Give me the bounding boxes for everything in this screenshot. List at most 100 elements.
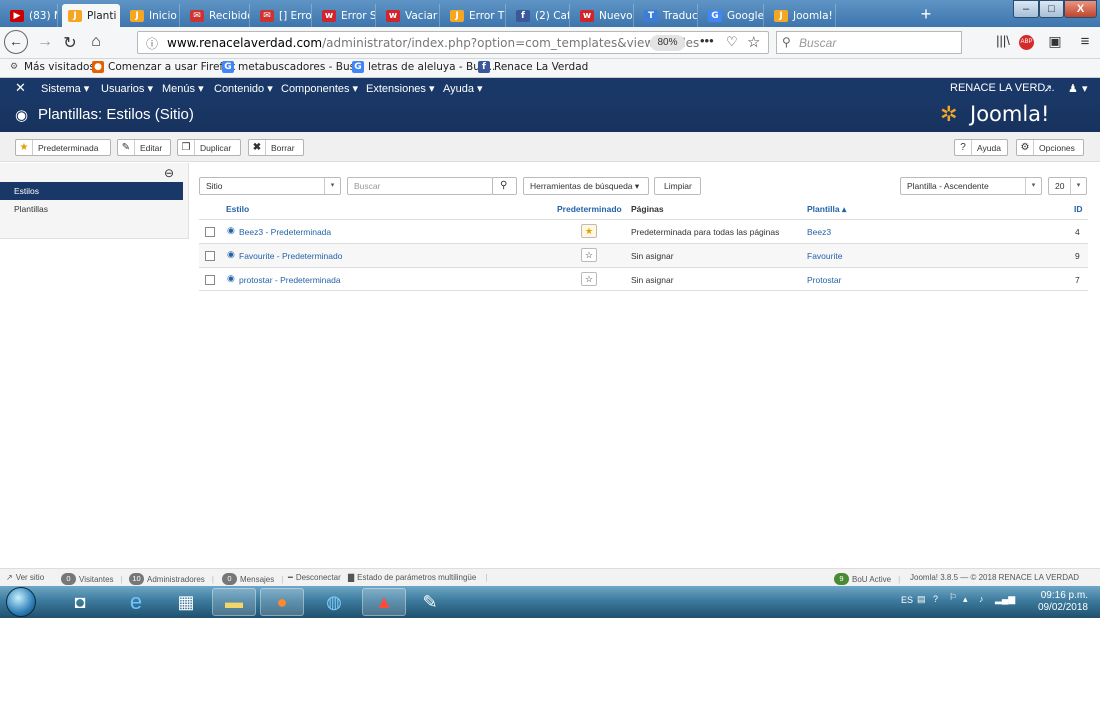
row-checkbox[interactable]: [205, 227, 215, 237]
show-hidden-icons-icon[interactable]: ▴: [963, 594, 968, 605]
adblock-icon[interactable]: ABP: [1019, 35, 1034, 50]
internet-explorer-icon[interactable]: e: [114, 588, 158, 616]
sidebar-toggle-icon[interactable]: ▣: [1044, 33, 1066, 50]
browser-tab[interactable]: J Inicio: [124, 4, 180, 27]
admin-menu-item[interactable]: Ayuda ▾: [443, 82, 483, 95]
browser-tab[interactable]: w Error Se: [316, 4, 376, 27]
default-star-icon[interactable]: ☆: [581, 248, 597, 262]
info-icon[interactable]: ⓘ: [146, 35, 158, 52]
bookmark-star-icon[interactable]: ☆: [747, 33, 760, 51]
help-icon[interactable]: ?: [933, 594, 938, 604]
media-player-icon[interactable]: ◘: [58, 588, 102, 616]
search-input[interactable]: Buscar: [347, 177, 493, 195]
language-indicator[interactable]: ES: [901, 595, 913, 605]
bookmark-item[interactable]: Gletras de aleluya - Bus...: [352, 61, 495, 73]
predeterminada-button[interactable]: ★ Predeterminada: [15, 139, 111, 156]
column-header-estilo[interactable]: Estilo: [226, 204, 249, 214]
search-tools-button[interactable]: Herramientas de búsqueda ▾: [523, 177, 649, 195]
joomla-menu-logo-icon[interactable]: ✕: [15, 80, 26, 96]
back-icon[interactable]: ←: [4, 30, 28, 54]
search-button[interactable]: ⚲: [492, 177, 517, 195]
style-name-link[interactable]: protostar - Predeterminada: [239, 275, 341, 285]
client-select[interactable]: Sitio ▾: [199, 177, 341, 195]
ordering-select[interactable]: Plantilla - Ascendente ▾: [900, 177, 1042, 195]
admin-menu-item[interactable]: Componentes ▾: [281, 82, 358, 95]
reload-icon[interactable]: ↻: [59, 33, 81, 53]
network-icon[interactable]: ▂▄▆: [995, 594, 1015, 605]
maximize-button[interactable]: □: [1039, 0, 1064, 18]
admin-menu-item[interactable]: Extensiones ▾: [366, 82, 435, 95]
bookmark-item[interactable]: ⚙ Más visitados: [8, 61, 95, 73]
sidebar-item-plantillas[interactable]: Plantillas: [0, 200, 183, 218]
browser-tab[interactable]: G Google: [702, 4, 764, 27]
multilang-status-link[interactable]: ▇ Estado de parámetros multilingüe |: [348, 573, 487, 582]
view-site-link[interactable]: ↗ Ver sitio: [6, 573, 44, 582]
style-name-link[interactable]: Beez3 - Predeterminada: [239, 227, 331, 237]
language-bar-icon[interactable]: ▤: [917, 594, 926, 605]
file-explorer-icon[interactable]: ▬: [212, 588, 256, 616]
bookmark-item[interactable]: Gmetabuscadores - Bus...: [222, 61, 365, 73]
edit-button[interactable]: ✎ Editar: [117, 139, 171, 156]
template-link[interactable]: Protostar: [807, 275, 842, 285]
windows-live-icon[interactable]: ◍: [312, 588, 356, 616]
firefox-icon[interactable]: ●: [260, 588, 304, 616]
default-star-icon[interactable]: ☆: [581, 272, 597, 286]
column-header-id[interactable]: ID: [1074, 204, 1083, 214]
start-button[interactable]: [6, 587, 36, 617]
browser-tab[interactable]: J Joomla! I: [768, 4, 836, 27]
style-name-link[interactable]: Favourite - Predeterminado: [239, 251, 342, 261]
browser-tab[interactable]: w Vaciar Te: [380, 4, 440, 27]
sidebar-item-estilos[interactable]: Estilos: [0, 182, 183, 200]
bookmark-item[interactable]: ● Comenzar a usar Firefox: [92, 61, 235, 73]
browser-tab[interactable]: w Nuevo Te: [574, 4, 634, 27]
default-star-icon[interactable]: ★: [581, 224, 597, 238]
browser-tab[interactable]: ✉ [] Error S: [254, 4, 312, 27]
site-name-link[interactable]: RENACE LA VERD...: [950, 82, 1055, 94]
browser-tab[interactable]: J Error The: [444, 4, 506, 27]
user-icon[interactable]: ♟: [1068, 82, 1078, 95]
row-checkbox[interactable]: [205, 275, 215, 285]
messages-status[interactable]: 0 Mensajes |: [222, 573, 283, 585]
volume-icon[interactable]: ♪: [979, 594, 984, 604]
browser-tab[interactable]: ▶ (83) Mult: [4, 4, 58, 27]
page-actions-icon[interactable]: •••: [700, 33, 714, 48]
acrobat-icon[interactable]: ▲: [362, 588, 406, 616]
hamburger-menu-icon[interactable]: ≡: [1074, 33, 1096, 50]
browser-search-box[interactable]: ⚲ Buscar: [776, 31, 962, 54]
tray-icon[interactable]: ⚐: [949, 592, 957, 603]
calculator-icon[interactable]: ▦: [164, 588, 208, 616]
bookmark-item[interactable]: f Renace La Verdad: [478, 61, 588, 73]
browser-tab[interactable]: ✉ Recibido: [184, 4, 250, 27]
paint-icon[interactable]: ✎: [408, 588, 452, 616]
close-window-button[interactable]: X: [1064, 0, 1097, 18]
options-button[interactable]: ⚙ Opciones: [1016, 139, 1084, 156]
home-icon[interactable]: ⌂: [85, 33, 107, 51]
limit-select[interactable]: 20 ▾: [1048, 177, 1087, 195]
sidebar-collapse-icon[interactable]: ⊖: [164, 166, 174, 180]
logout-link[interactable]: ━ Desconectar: [288, 573, 341, 582]
help-button[interactable]: ? Ayuda: [954, 139, 1008, 156]
clear-button[interactable]: Limpiar: [654, 177, 701, 195]
clock[interactable]: 09:16 p.m. 09/02/2018: [1038, 590, 1088, 614]
admin-menu-item[interactable]: Usuarios ▾: [101, 82, 153, 95]
template-link[interactable]: Beez3: [807, 227, 831, 237]
bou-status[interactable]: 9 BoU Active |: [834, 573, 900, 585]
browser-tab[interactable]: JPlanti✕: [62, 4, 120, 27]
template-link[interactable]: Favourite: [807, 251, 842, 261]
forward-icon[interactable]: →: [34, 33, 56, 51]
column-header-predeterminado[interactable]: Predeterminado: [557, 204, 622, 214]
duplicate-button[interactable]: ❐ Duplicar: [177, 139, 241, 156]
admins-status[interactable]: 10 Administradores |: [129, 573, 214, 585]
zoom-level[interactable]: 80%: [650, 35, 685, 51]
admin-menu-item[interactable]: Contenido ▾: [214, 82, 273, 95]
new-tab-button[interactable]: +: [912, 4, 940, 26]
url-bar[interactable]: ⓘ www.renacelaverdad.com/administrator/i…: [137, 31, 769, 54]
library-icon[interactable]: |||\: [992, 33, 1014, 48]
row-checkbox[interactable]: [205, 251, 215, 261]
delete-button[interactable]: ✖ Borrar: [248, 139, 304, 156]
external-link-icon[interactable]: ↗: [1043, 82, 1052, 95]
browser-tab[interactable]: f (2) Catol: [510, 4, 570, 27]
admin-menu-item[interactable]: Sistema ▾: [41, 82, 89, 95]
admin-menu-item[interactable]: Menús ▾: [162, 82, 204, 95]
user-menu-caret[interactable]: ▾: [1082, 82, 1088, 95]
